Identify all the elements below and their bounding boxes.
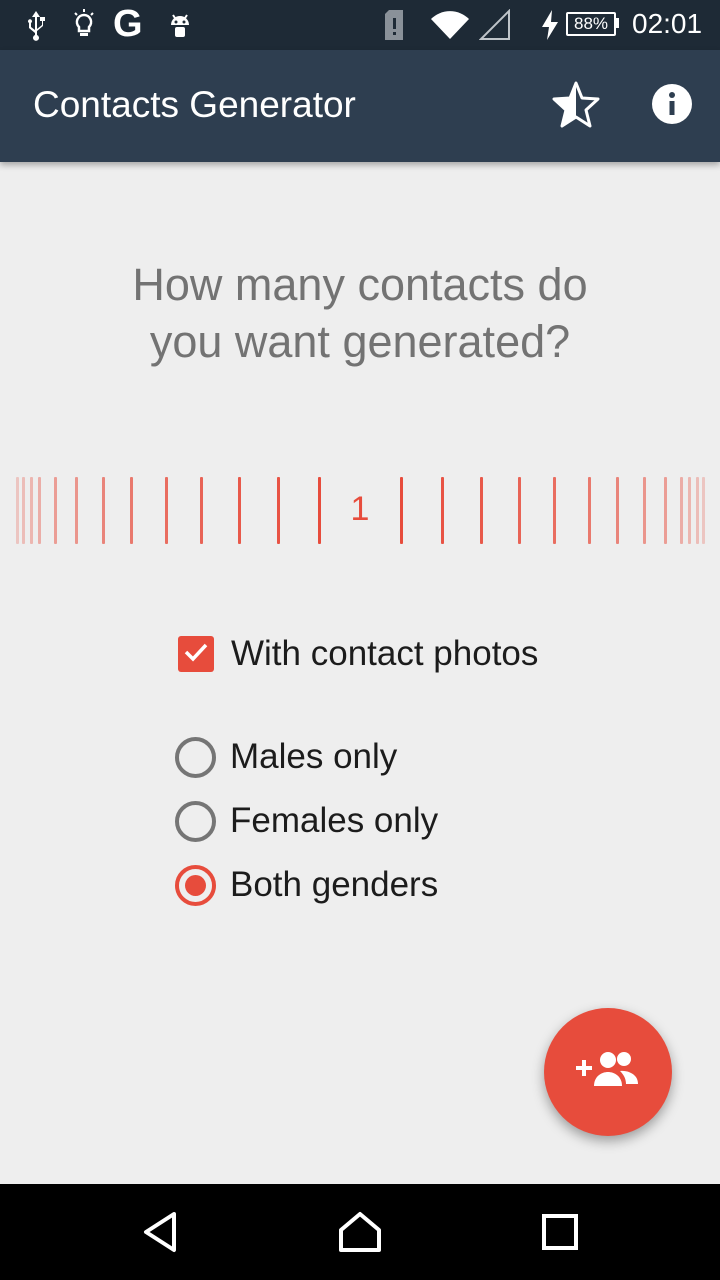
picker-tick xyxy=(38,477,41,544)
picker-tick xyxy=(54,477,57,544)
radio-button xyxy=(175,736,216,778)
picker-tick xyxy=(238,477,241,544)
picker-tick xyxy=(480,477,483,544)
radio-label: Males only xyxy=(230,737,398,776)
radio-males-only[interactable]: Males only xyxy=(175,733,397,781)
picker-tick xyxy=(553,477,556,544)
with-photos-label: With contact photos xyxy=(231,634,539,673)
picker-tick xyxy=(102,477,105,544)
app-title: Contacts Generator xyxy=(33,84,356,125)
picker-tick xyxy=(277,477,280,544)
android-icon xyxy=(166,8,194,42)
home-icon xyxy=(337,1210,383,1258)
picker-tick xyxy=(643,477,646,544)
status-bar: G 88% 02:01 xyxy=(0,0,720,50)
clock: 02:01 xyxy=(632,8,703,39)
lightbulb-icon xyxy=(70,8,98,42)
recents-button[interactable] xyxy=(530,1204,590,1264)
info-icon xyxy=(651,83,693,129)
back-icon xyxy=(140,1210,180,1258)
radio-label: Both genders xyxy=(230,865,439,904)
navigation-bar xyxy=(0,1184,720,1280)
recents-icon xyxy=(540,1212,580,1256)
with-photos-checkbox[interactable]: With contact photos xyxy=(175,630,538,678)
radio-label: Females only xyxy=(230,801,439,840)
home-button[interactable] xyxy=(330,1204,390,1264)
add-people-icon xyxy=(574,1048,642,1096)
signal-icon xyxy=(478,8,512,42)
rate-button[interactable] xyxy=(548,78,604,134)
picker-tick xyxy=(75,477,78,544)
battery-indicator: 88% xyxy=(566,12,616,36)
picker-tick xyxy=(688,477,691,544)
back-button[interactable] xyxy=(130,1204,190,1264)
picker-tick xyxy=(16,477,19,544)
star-half-icon xyxy=(551,80,601,132)
sim-alert-icon xyxy=(380,8,408,42)
generate-contacts-button[interactable] xyxy=(544,1008,672,1136)
radio-dot xyxy=(185,874,206,896)
question-text: How many contacts do you want generated? xyxy=(60,256,660,370)
picker-tick xyxy=(616,477,619,544)
picker-tick xyxy=(702,477,705,544)
picker-tick xyxy=(165,477,168,544)
battery-tip xyxy=(616,18,619,28)
info-button[interactable] xyxy=(644,78,700,134)
radio-button-selected xyxy=(175,864,216,906)
wifi-icon xyxy=(430,8,470,42)
picker-tick xyxy=(130,477,133,544)
checkmark-icon xyxy=(182,638,210,670)
app-bar: Contacts Generator xyxy=(0,50,720,162)
picker-tick xyxy=(441,477,444,544)
picker-tick xyxy=(30,477,33,544)
picker-tick xyxy=(518,477,521,544)
radio-both-genders[interactable]: Both genders xyxy=(175,861,438,909)
picker-value: 1 xyxy=(350,490,370,528)
question-line-2: you want generated? xyxy=(149,316,571,367)
picker-tick xyxy=(200,477,203,544)
picker-tick xyxy=(588,477,591,544)
google-icon: G xyxy=(113,3,143,45)
picker-tick xyxy=(318,477,321,544)
charging-icon xyxy=(538,8,562,42)
picker-tick xyxy=(664,477,667,544)
checkbox-box xyxy=(178,636,214,672)
picker-tick xyxy=(400,477,403,544)
radio-button xyxy=(175,800,216,842)
question-line-1: How many contacts do xyxy=(132,259,588,310)
contact-count-picker[interactable]: 1 xyxy=(0,470,720,550)
radio-females-only[interactable]: Females only xyxy=(175,797,438,845)
picker-tick xyxy=(680,477,683,544)
usb-icon xyxy=(22,8,50,42)
picker-tick xyxy=(696,477,699,544)
picker-tick xyxy=(22,477,25,544)
